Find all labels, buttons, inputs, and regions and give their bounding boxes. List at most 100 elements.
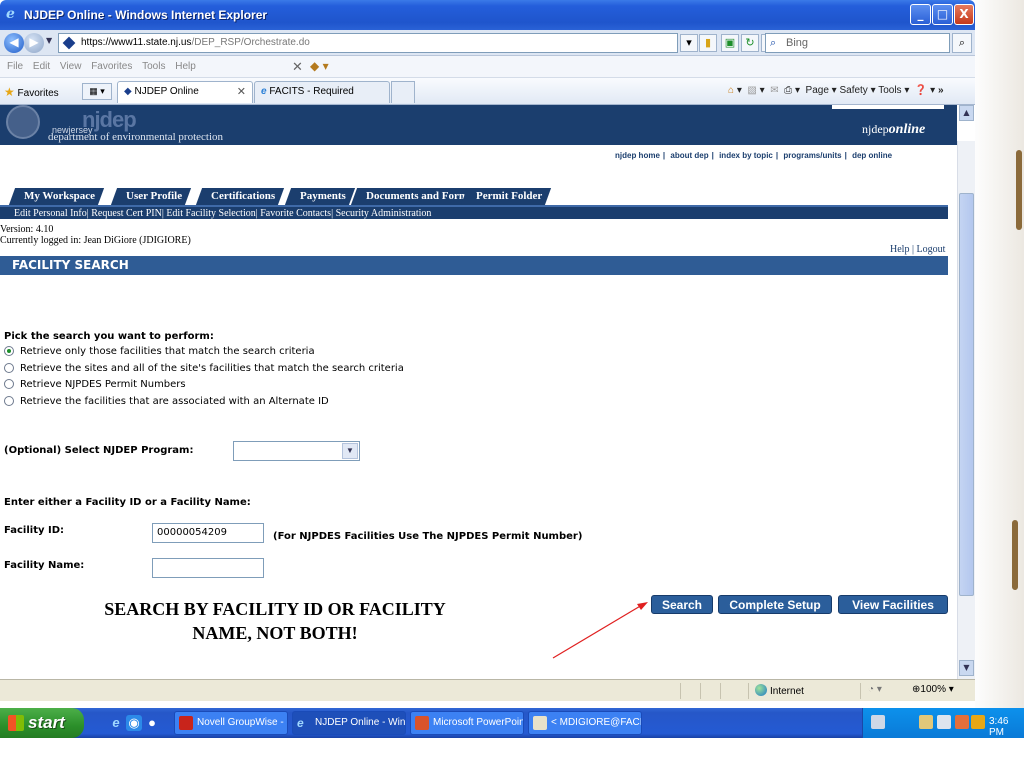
lock-icon[interactable]: ▮ — [699, 34, 717, 52]
refresh-icon[interactable]: ↻ — [741, 34, 759, 52]
url-domain: state.nj.us — [145, 37, 192, 48]
background-decoration — [1012, 520, 1018, 590]
status-divider — [748, 683, 749, 699]
windows-flag-icon — [8, 715, 24, 731]
url-path: /DEP_RSP/Orchestrate.do — [191, 37, 310, 48]
complete-setup-button[interactable]: Complete Setup — [718, 595, 832, 614]
tray-icon[interactable] — [971, 715, 985, 729]
vertical-scrollbar[interactable]: ▲ ▼ — [957, 105, 975, 679]
start-button[interactable]: start — [0, 708, 84, 738]
ie-task-icon: e — [297, 716, 304, 730]
command-bar: ⌂ ▾ ▧ ▾ ✉ ⎙ ▾ Page ▾ Safety ▾ Tools ▾ ❓ … — [728, 85, 944, 96]
favorites-button[interactable]: ★ Favorites — [4, 85, 59, 99]
task-label: < MDIGIORE@FACIT... — [551, 717, 641, 728]
task-groupwise[interactable]: Novell GroupWise - M... — [174, 711, 288, 735]
task-label: Novell GroupWise - M... — [197, 717, 287, 728]
minimize-button[interactable]: _ — [910, 4, 931, 25]
menu-view[interactable]: View — [60, 61, 82, 72]
page-content: newjersey njdep department of environmen… — [0, 105, 957, 678]
clock[interactable]: 3:46 PM — [989, 716, 1024, 738]
task-label: Microsoft PowerPoint ... — [433, 717, 524, 728]
tab-label: NJDEP Online — [134, 86, 199, 97]
task-njdep-online[interactable]: e NJDEP Online - Windo... — [292, 711, 406, 735]
screen: e NJDEP Online - Windows Internet Explor… — [0, 0, 1024, 768]
desktop-background — [975, 0, 1024, 708]
favorites-label: Favorites — [17, 88, 59, 99]
view-facilities-button[interactable]: View Facilities — [838, 595, 948, 614]
task-mdigiore[interactable]: < MDIGIORE@FACIT... — [528, 711, 642, 735]
feeds-icon[interactable]: ▧ — [747, 85, 756, 96]
print-icon[interactable]: ⎙ — [784, 85, 792, 96]
annotation-arrow — [552, 602, 648, 659]
maximize-button[interactable]: □ — [932, 4, 953, 25]
star-icon: ★ — [4, 85, 15, 99]
groupwise-icon — [179, 716, 193, 730]
zone-label: Internet — [770, 686, 804, 697]
menu-bar: File Edit View Favorites Tools Help ✕ ◆ … — [0, 56, 975, 78]
status-divider — [700, 683, 701, 699]
start-label: start — [28, 713, 65, 732]
search-button[interactable]: ⌕ — [952, 33, 972, 53]
url-input[interactable]: https://www11.state.nj.us/DEP_RSP/Orches… — [58, 33, 678, 53]
mail-icon[interactable]: ✉ — [770, 85, 778, 96]
help-icon[interactable]: ❓ — [915, 85, 927, 96]
scroll-up-icon[interactable]: ▲ — [959, 105, 974, 121]
close-tab-icon[interactable]: ✕ — [237, 82, 246, 102]
favorites-bar: ★ Favorites ▦ ▾ ◆ NJDEP Online ✕ e FACIT… — [0, 78, 975, 117]
command-menus[interactable]: Page ▾ Safety ▾ Tools ▾ — [806, 85, 910, 96]
chevron-icon[interactable]: » — [938, 85, 944, 96]
powerpoint-icon — [415, 716, 429, 730]
menu-file[interactable]: File — [7, 61, 23, 72]
quick-tabs-icon[interactable]: ▦ ▾ — [82, 83, 112, 100]
ie-tab-icon: e — [261, 86, 267, 97]
system-tray: 3:46 PM — [862, 708, 1024, 738]
background-decoration — [1016, 150, 1022, 230]
status-divider — [720, 683, 721, 699]
status-divider — [680, 683, 681, 699]
menu-tools[interactable]: Tools — [142, 61, 165, 72]
new-tab-button[interactable] — [391, 81, 415, 103]
security-zone: Internet — [755, 684, 804, 697]
tray-icon[interactable] — [919, 715, 933, 729]
url-prefix: https://www11. — [81, 37, 146, 48]
home-icon[interactable]: ⌂ — [728, 85, 734, 96]
dropdown-icon[interactable]: ▾ — [680, 34, 698, 52]
back-button[interactable]: ◀ — [4, 33, 24, 53]
search-button[interactable]: Search — [651, 595, 713, 614]
menu-edit[interactable]: Edit — [33, 61, 50, 72]
tab-facits[interactable]: e FACITS - Required Browser ... — [254, 81, 390, 117]
compatibility-icon[interactable]: ▣ — [721, 34, 739, 52]
zoom-value: 100% — [920, 684, 946, 695]
quicklaunch-icon[interactable]: ● — [144, 715, 160, 731]
bing-search-icon: ⌕ — [770, 37, 777, 49]
mail-icon — [533, 716, 547, 730]
close-button[interactable]: X — [954, 4, 974, 25]
internet-explorer-icon: e — [6, 6, 15, 22]
menu-favorites[interactable]: Favorites — [91, 61, 132, 72]
ie-quicklaunch-icon[interactable]: e — [108, 715, 124, 731]
scroll-down-icon[interactable]: ▼ — [959, 660, 974, 676]
protected-mode-icon[interactable]: ◔ ▾ — [868, 684, 882, 695]
quicklaunch-icon[interactable]: ◉ — [126, 715, 142, 731]
tray-icon[interactable] — [955, 715, 969, 729]
address-bar: ◀ ▶ ▼ https://www11.state.nj.us/DEP_RSP/… — [0, 30, 975, 56]
tray-icon[interactable] — [937, 715, 951, 729]
tab-njdep-online[interactable]: ◆ NJDEP Online ✕ — [117, 81, 253, 103]
scroll-thumb[interactable] — [959, 193, 974, 596]
task-powerpoint[interactable]: Microsoft PowerPoint ... — [410, 711, 524, 735]
forward-button[interactable]: ▶ — [24, 33, 44, 53]
history-dropdown-icon[interactable]: ▼ — [46, 36, 52, 45]
tray-icon[interactable] — [871, 715, 885, 729]
search-placeholder: Bing — [786, 37, 809, 49]
search-input[interactable]: ⌕ Bing — [765, 33, 950, 53]
status-bar: Internet ◔ ▾ ⊕100% ▾ — [0, 679, 975, 701]
close-toolbar-icon[interactable]: ✕ — [292, 59, 303, 75]
site-favicon-icon — [62, 36, 76, 50]
tab-favicon-icon: ◆ — [124, 86, 132, 97]
menu-help[interactable]: Help — [175, 61, 196, 72]
taskbar: start e ◉ ● Novell GroupWise - M... e NJD… — [0, 708, 1024, 738]
toolbar-addon-icon[interactable]: ◆ ▾ — [310, 59, 329, 73]
zoom-level[interactable]: ⊕100% ▾ — [912, 684, 954, 695]
window-title: NJDEP Online - Windows Internet Explorer — [24, 8, 268, 22]
globe-icon — [755, 684, 767, 696]
